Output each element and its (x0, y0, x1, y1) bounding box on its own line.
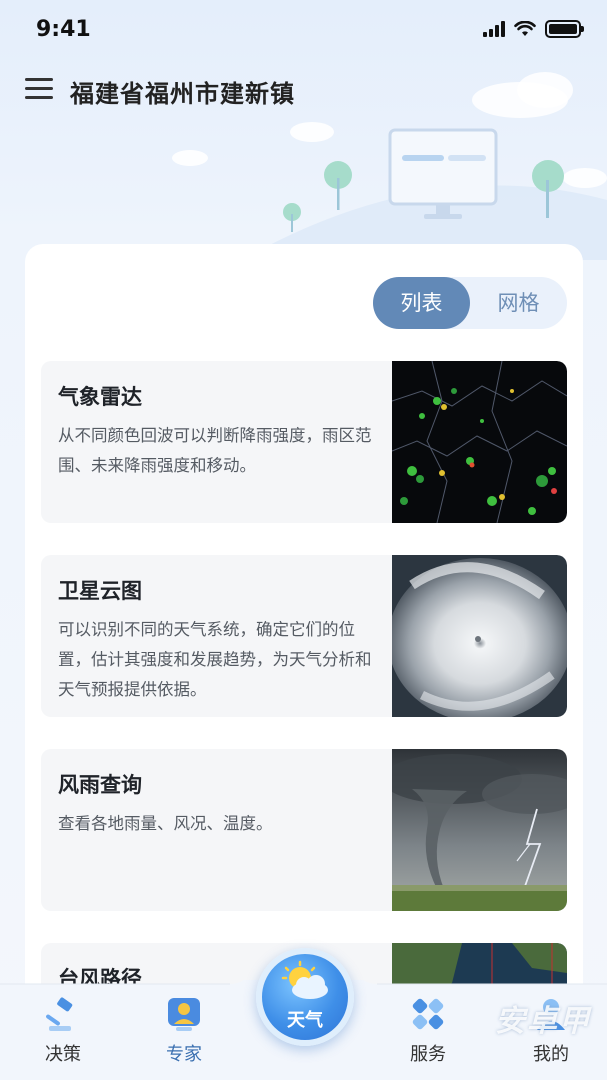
watermark: 安卓甲 (495, 1004, 591, 1039)
expert-icon (168, 998, 200, 1031)
radar-image (392, 361, 567, 523)
battery-icon (545, 20, 584, 38)
list-item-satellite[interactable]: 卫星云图 可以识别不同的天气系统，确定它们的位置，估计其强度和发展趋势，为天气分… (41, 555, 567, 717)
item-title: 卫星云图 (58, 579, 142, 603)
nav-expert[interactable]: 专家 (144, 994, 224, 1066)
item-description: 可以识别不同的天气系统，确定它们的位置，估计其强度和发展趋势，为天气分析和天气预… (58, 620, 372, 699)
status-time: 9:41 (36, 17, 91, 42)
nav-label: 专家 (166, 1044, 202, 1065)
signal-icon (483, 21, 505, 37)
list-item-radar[interactable]: 气象雷达 从不同颜色回波可以判断降雨强度，雨区范围、未来降雨强度和移动。 (41, 361, 567, 523)
wifi-icon (514, 21, 536, 36)
tornado-image (392, 749, 567, 911)
nav-label: 服务 (410, 1044, 446, 1065)
menu-icon[interactable] (25, 78, 53, 100)
toggle-list[interactable]: 列表 (373, 277, 470, 329)
service-icon (412, 998, 444, 1030)
nav-weather[interactable]: 天气 (256, 948, 354, 1046)
item-title: 气象雷达 (58, 385, 142, 409)
nav-service[interactable]: 服务 (388, 994, 468, 1066)
item-description: 查看各地雨量、风况、温度。 (58, 814, 273, 833)
sun-cloud-icon (281, 960, 328, 999)
nav-decision[interactable]: 决策 (23, 994, 103, 1066)
status-bar: 9:41 (0, 0, 607, 60)
bottom-nav: 决策 专家 天气 服务 我的 安卓甲 (0, 948, 607, 1080)
nav-label: 天气 (287, 1010, 323, 1031)
location-title[interactable]: 福建省福州市建新镇 (70, 74, 295, 109)
view-toggle: 列表 网格 (373, 277, 567, 329)
item-description: 从不同颜色回波可以判断降雨强度，雨区范围、未来降雨强度和移动。 (58, 426, 372, 475)
list-item-wind-rain[interactable]: 风雨查询 查看各地雨量、风况、温度。 (41, 749, 567, 911)
gavel-icon (46, 997, 73, 1031)
header: 福建省福州市建新镇 (0, 70, 607, 110)
nav-label: 我的 (533, 1044, 569, 1065)
nav-label: 决策 (45, 1044, 81, 1065)
satellite-image (392, 555, 567, 717)
item-title: 风雨查询 (58, 773, 142, 797)
toggle-grid[interactable]: 网格 (470, 277, 567, 329)
status-icons (483, 20, 584, 38)
